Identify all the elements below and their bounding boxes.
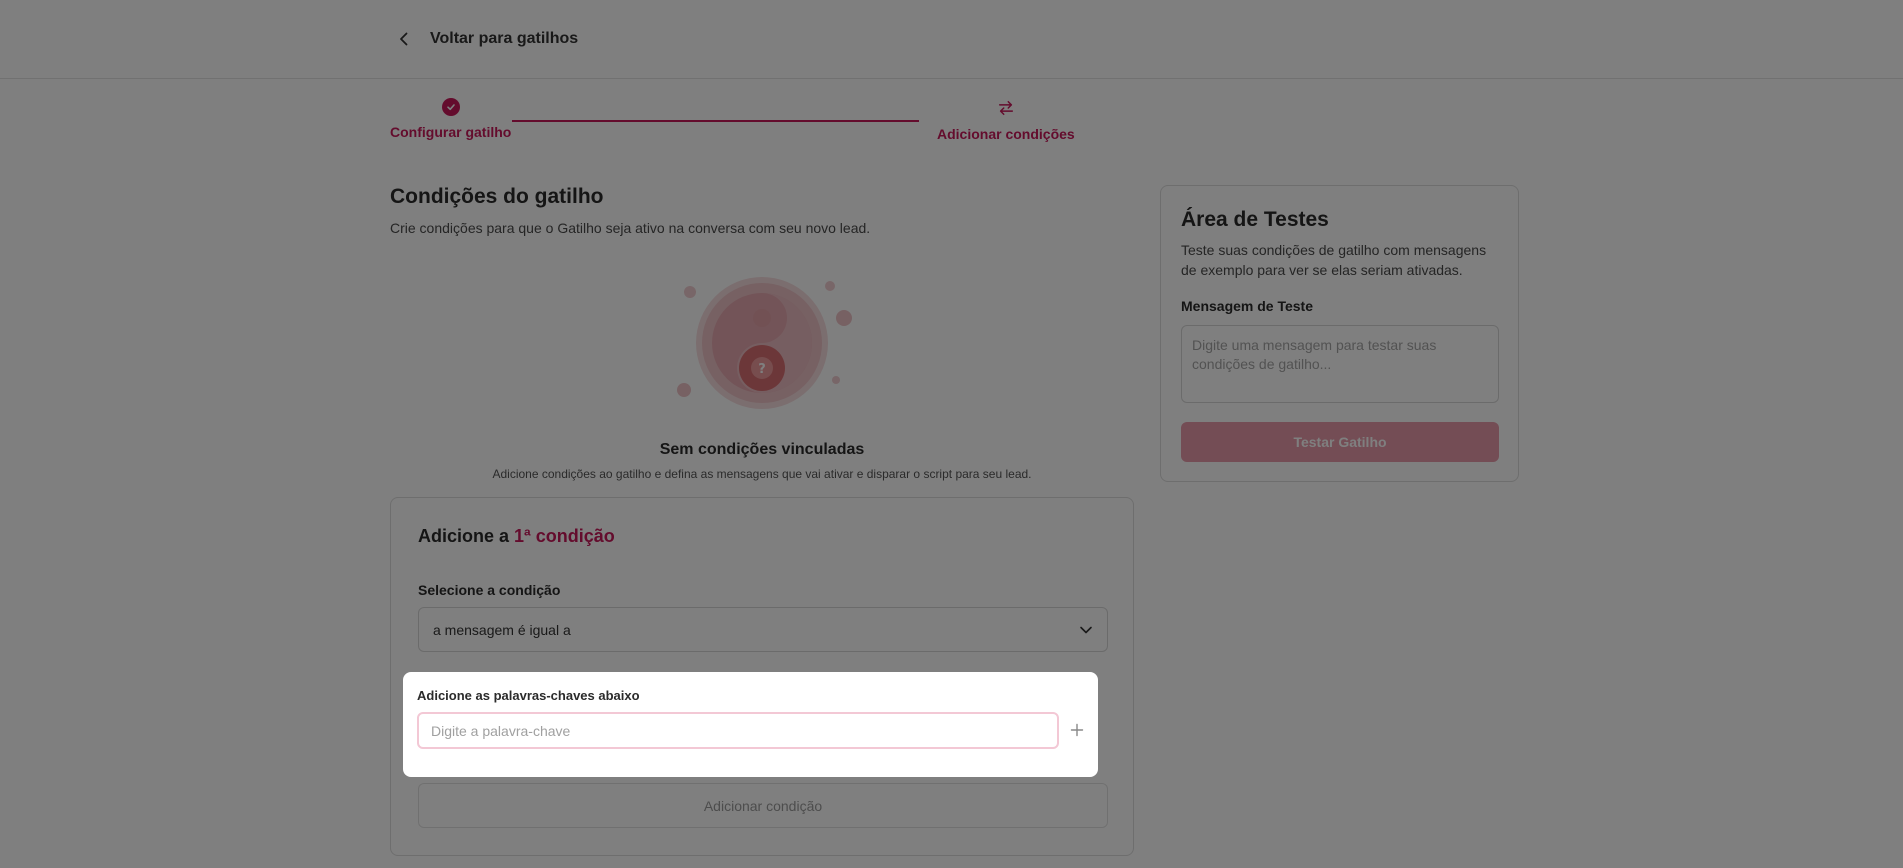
add-keyword-button[interactable] <box>1067 720 1087 740</box>
keyword-label: Adicione as palavras-chaves abaixo <box>417 688 640 703</box>
plus-icon <box>1070 723 1084 737</box>
keyword-modal: Adicione as palavras-chaves abaixo <box>403 672 1098 777</box>
keyword-input[interactable] <box>417 712 1059 749</box>
